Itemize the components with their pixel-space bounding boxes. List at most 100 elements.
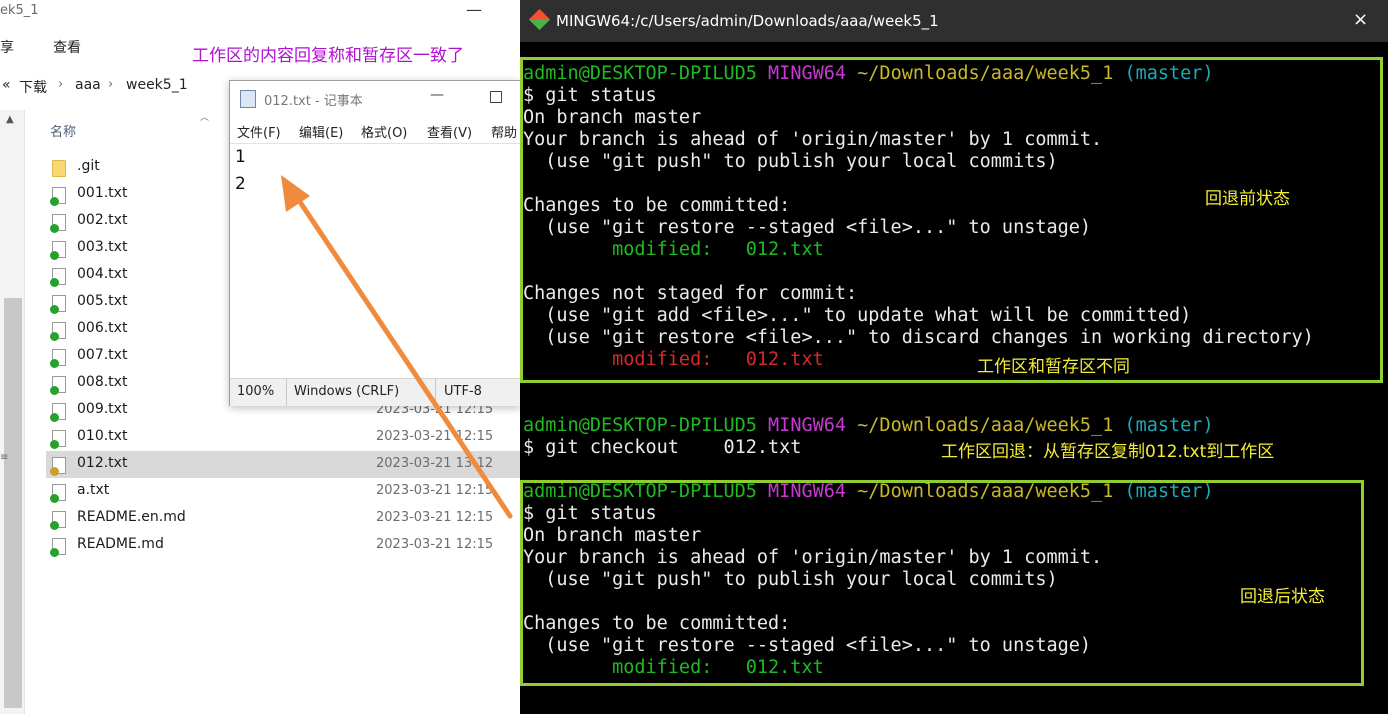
file-icon bbox=[50, 511, 66, 530]
file-name: 010.txt bbox=[77, 428, 128, 444]
minimize-button[interactable]: — bbox=[430, 87, 444, 103]
file-icon bbox=[50, 187, 66, 206]
git-tracked-badge-icon bbox=[50, 197, 59, 206]
file-name: 012.txt bbox=[77, 455, 128, 471]
file-name: README.md bbox=[77, 536, 164, 552]
git-tracked-badge-icon bbox=[50, 521, 59, 530]
menu-format[interactable]: 格式(O) bbox=[361, 122, 407, 141]
file-name: a.txt bbox=[77, 482, 110, 498]
git-tracked-badge-icon bbox=[50, 251, 59, 260]
file-name: 006.txt bbox=[77, 320, 128, 336]
editor-line: 1 bbox=[235, 147, 246, 167]
annotation-difference: 工作区和暂存区不同 bbox=[977, 357, 1130, 377]
close-button[interactable]: × bbox=[1353, 9, 1368, 30]
git-tracked-badge-icon bbox=[50, 413, 59, 422]
file-name: 008.txt bbox=[77, 374, 128, 390]
git-tracked-badge-icon bbox=[50, 359, 59, 368]
menu-file[interactable]: 文件(F) bbox=[237, 122, 281, 141]
file-icon bbox=[50, 322, 66, 341]
file-icon bbox=[50, 376, 66, 395]
git-tracked-badge-icon bbox=[50, 224, 59, 233]
file-date: 2023-03-21 12:15 bbox=[376, 537, 494, 552]
column-header-name[interactable]: 名称 bbox=[50, 121, 76, 140]
notepad-icon bbox=[240, 90, 256, 108]
breadcrumb-week5[interactable]: week5_1 bbox=[126, 77, 188, 93]
file-name: 004.txt bbox=[77, 266, 128, 282]
explorer-title: ek5_1 bbox=[0, 3, 39, 18]
pane-handle-icon: ≡ bbox=[0, 452, 9, 463]
menu-share[interactable]: 享 bbox=[0, 37, 14, 57]
breadcrumb-chevron-icon: › bbox=[108, 77, 114, 92]
git-tracked-badge-icon bbox=[50, 548, 59, 557]
file-icon bbox=[50, 538, 66, 557]
status-line-ending: Windows (CRLF) bbox=[294, 384, 400, 399]
file-row[interactable]: README.en.md 2023-03-21 12:15 bbox=[46, 505, 520, 532]
file-date: 2023-03-21 12:15 bbox=[376, 483, 494, 498]
file-icon bbox=[50, 268, 66, 287]
git-tracked-badge-icon bbox=[50, 278, 59, 287]
prompt-line: admin@DESKTOP-DPILUD5 MINGW64 ~/Download… bbox=[523, 415, 1214, 436]
file-name: README.en.md bbox=[77, 509, 186, 525]
file-icon bbox=[50, 295, 66, 314]
file-name: 001.txt bbox=[77, 185, 128, 201]
menu-view[interactable]: 查看 bbox=[53, 37, 81, 57]
file-name: 005.txt bbox=[77, 293, 128, 309]
minimize-button[interactable]: — bbox=[466, 0, 482, 19]
breadcrumb-aaa[interactable]: aaa bbox=[75, 77, 101, 93]
menu-view[interactable]: 查看(V) bbox=[427, 122, 472, 141]
git-tracked-badge-icon bbox=[50, 305, 59, 314]
menu-help[interactable]: 帮助 bbox=[491, 122, 517, 141]
file-icon bbox=[50, 403, 66, 422]
file-icon bbox=[50, 349, 66, 368]
file-name: 002.txt bbox=[77, 212, 128, 228]
menu-edit[interactable]: 编辑(E) bbox=[299, 122, 343, 141]
file-icon bbox=[50, 241, 66, 260]
breadcrumb-chevron-icon: › bbox=[58, 77, 64, 92]
file-name: .git bbox=[77, 158, 100, 174]
notepad-title: 012.txt - 记事本 bbox=[264, 94, 363, 109]
file-icon bbox=[50, 214, 66, 233]
folder-icon bbox=[52, 160, 66, 177]
file-icon bbox=[50, 430, 66, 449]
file-row[interactable]: a.txt 2023-03-21 12:15 bbox=[46, 478, 520, 505]
file-date: 2023-03-21 12:15 bbox=[376, 429, 494, 444]
file-icon bbox=[50, 484, 66, 503]
file-name: 007.txt bbox=[77, 347, 128, 363]
annotation-restored: 工作区的内容回复称和暂存区一致了 bbox=[192, 46, 464, 66]
scrollbar-thumb[interactable] bbox=[4, 298, 22, 708]
git-tracked-badge-icon bbox=[50, 386, 59, 395]
file-name: 003.txt bbox=[77, 239, 128, 255]
file-icon bbox=[50, 457, 66, 476]
file-row[interactable]: 012.txt 2023-03-21 13:12 bbox=[46, 451, 520, 478]
file-name: 009.txt bbox=[77, 401, 128, 417]
annotation-checkout: 工作区回退：从暂存区复制012.txt到工作区 bbox=[941, 442, 1275, 462]
file-date: 2023-03-21 12:15 bbox=[376, 510, 494, 525]
text-editor[interactable]: 1 2 bbox=[230, 143, 520, 380]
terminal-title: MINGW64:/c/Users/admin/Downloads/aaa/wee… bbox=[556, 12, 939, 30]
breadcrumb-downloads[interactable]: 下载 bbox=[19, 77, 47, 97]
editor-line: 2 bbox=[235, 174, 246, 194]
git-logo-icon bbox=[528, 8, 551, 31]
annotation-after-state: 回退后状态 bbox=[1240, 587, 1325, 607]
notepad-window: 012.txt - 记事本 — 文件(F) 编辑(E) 格式(O) 查看(V) … bbox=[229, 80, 521, 406]
git-tracked-badge-icon bbox=[50, 440, 59, 449]
status-encoding: UTF-8 bbox=[444, 384, 482, 399]
breadcrumb-overflow[interactable]: « bbox=[2, 77, 11, 93]
git-tracked-badge-icon bbox=[50, 494, 59, 503]
maximize-button[interactable] bbox=[490, 91, 502, 103]
status-bar: 100% Windows (CRLF) UTF-8 bbox=[230, 378, 520, 406]
command-line: $ git checkout 012.txt bbox=[523, 437, 802, 458]
highlight-box-before bbox=[520, 57, 1383, 383]
terminal-window[interactable]: MINGW64:/c/Users/admin/Downloads/aaa/wee… bbox=[520, 0, 1388, 714]
file-row[interactable]: README.md 2023-03-21 12:15 bbox=[46, 532, 520, 559]
sort-arrow-icon: ︿ bbox=[200, 113, 210, 123]
git-tracked-badge-icon bbox=[50, 332, 59, 341]
terminal-titlebar: MINGW64:/c/Users/admin/Downloads/aaa/wee… bbox=[520, 0, 1388, 42]
annotation-before-state: 回退前状态 bbox=[1205, 189, 1290, 209]
scroll-up-icon[interactable]: ▲ bbox=[6, 114, 14, 125]
git-modified-badge-icon bbox=[50, 467, 59, 476]
status-zoom: 100% bbox=[237, 384, 275, 399]
file-date: 2023-03-21 13:12 bbox=[376, 456, 494, 471]
file-row[interactable]: 010.txt 2023-03-21 12:15 bbox=[46, 424, 520, 451]
highlight-box-after bbox=[520, 480, 1364, 686]
